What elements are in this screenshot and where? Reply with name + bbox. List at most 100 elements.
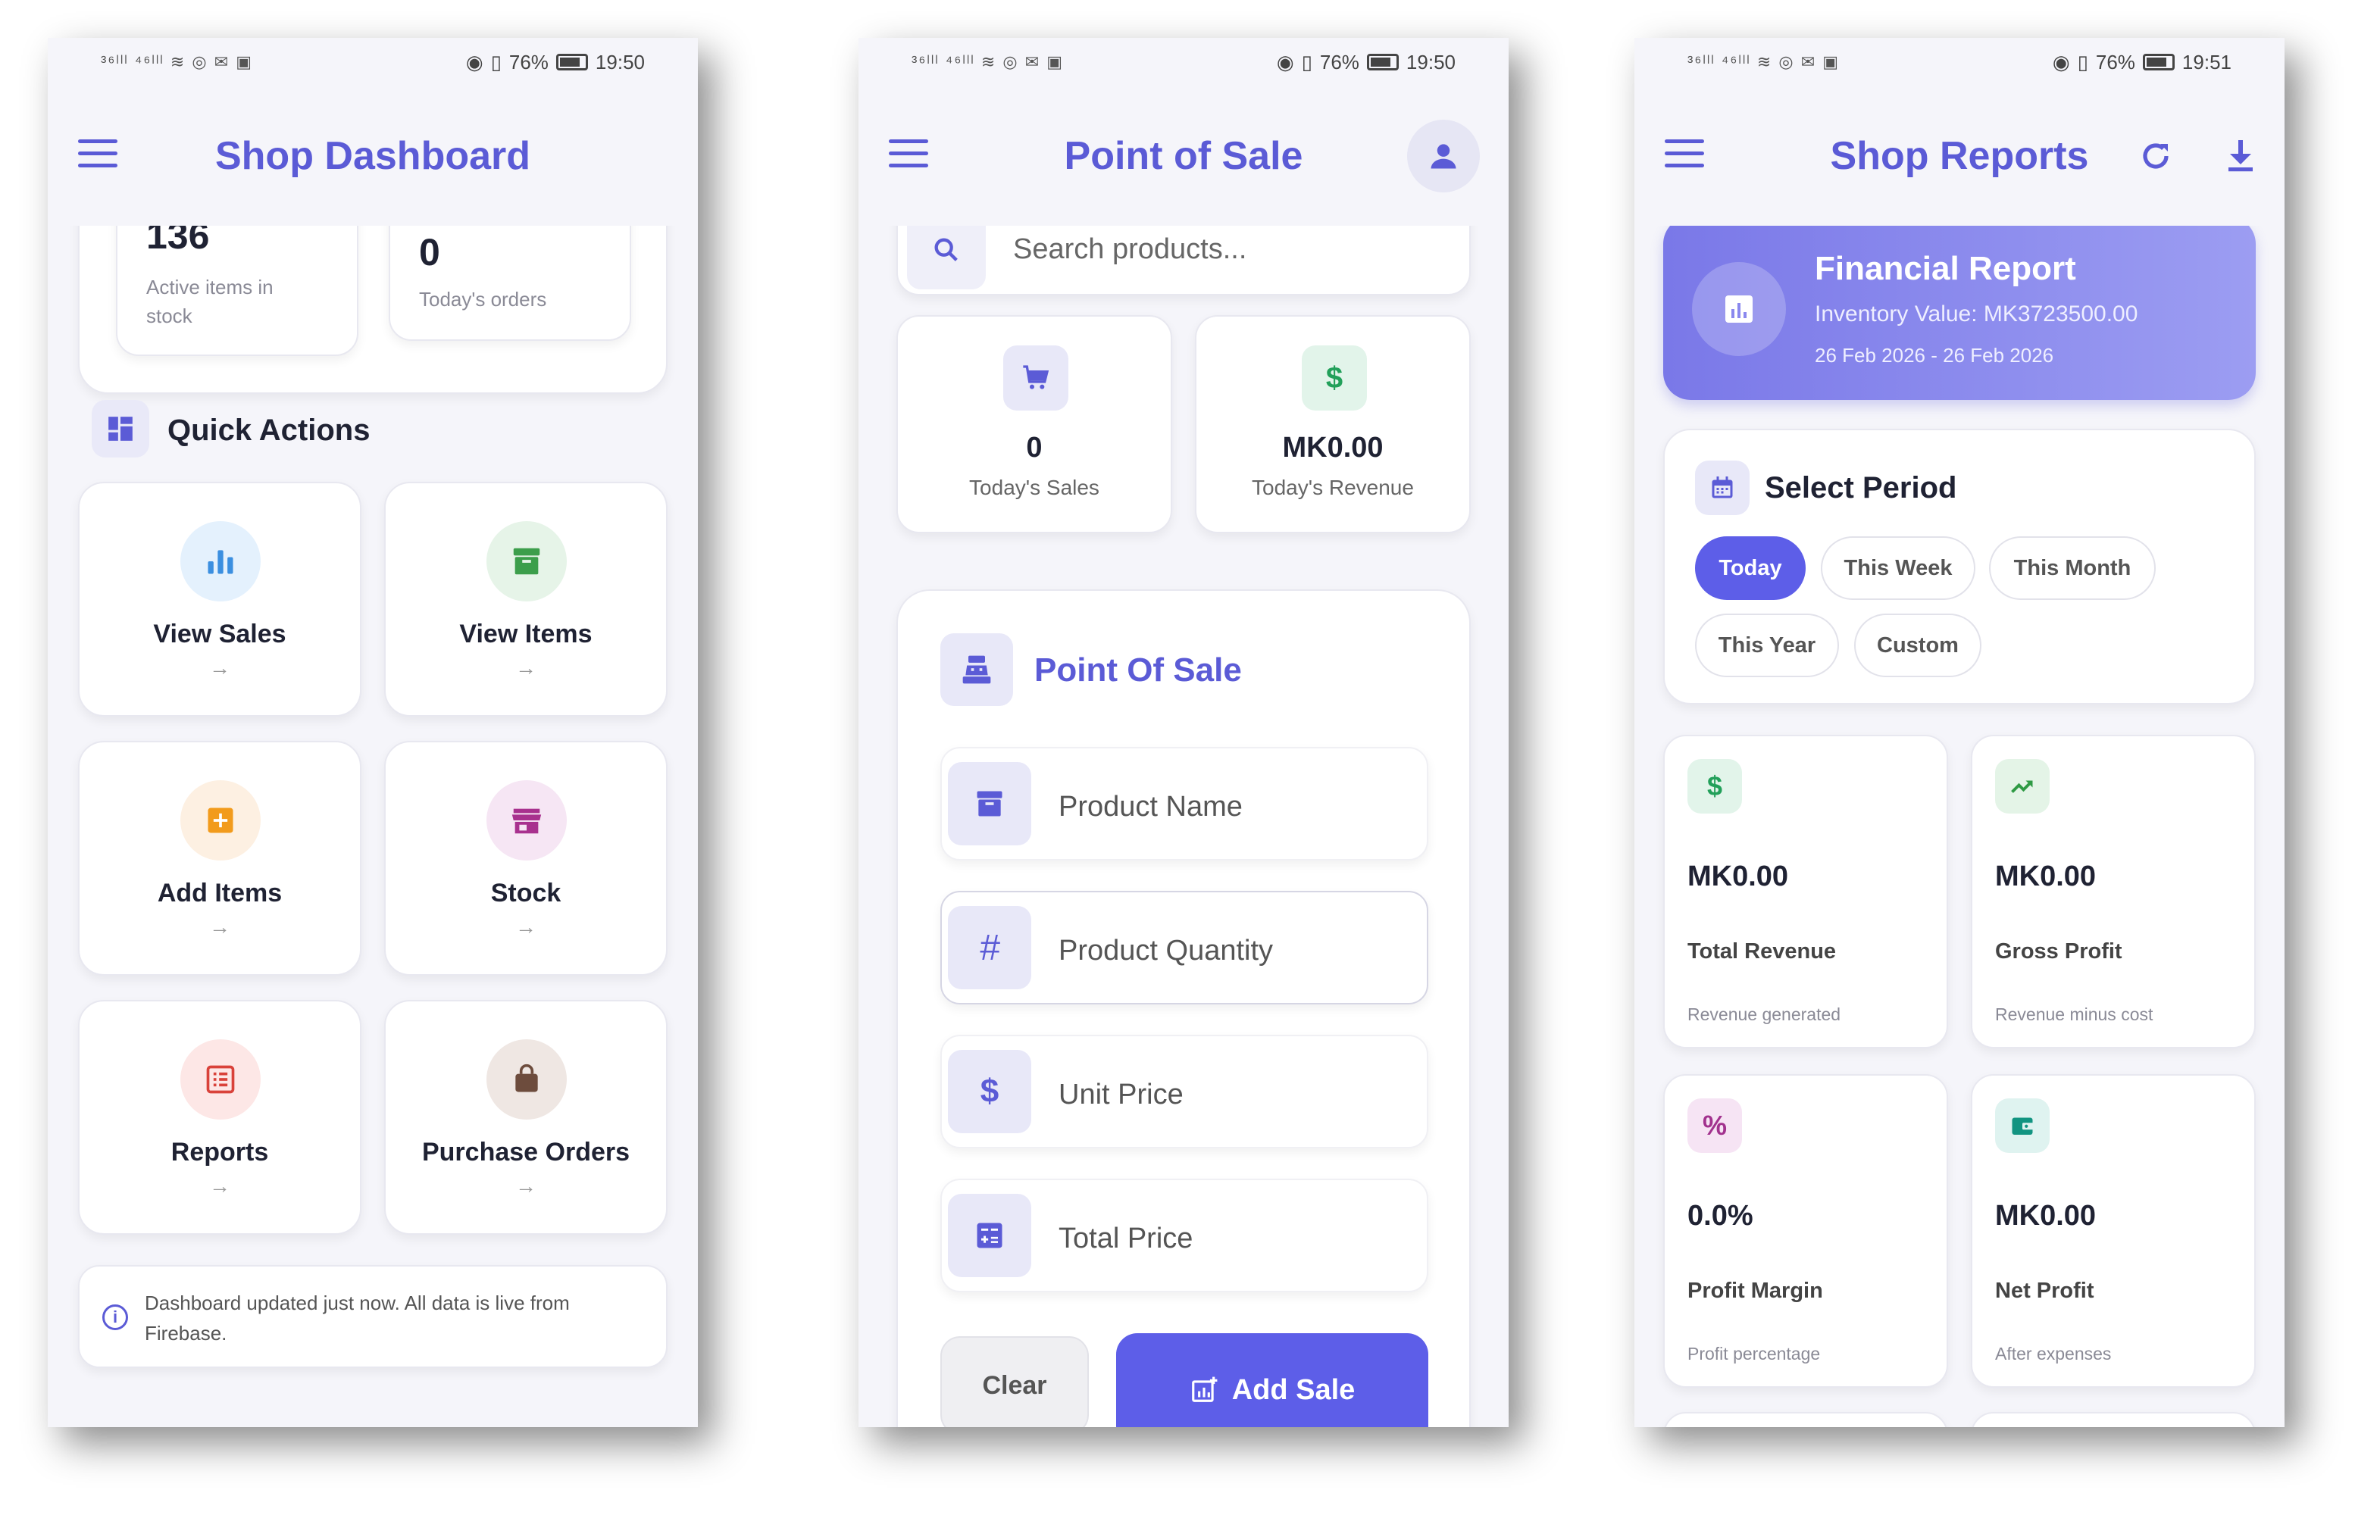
action-view-sales[interactable]: View Sales → bbox=[78, 482, 361, 717]
stat-card-todays-sales: 0 Today's Sales bbox=[896, 315, 1172, 533]
period-this-month[interactable]: This Month bbox=[1989, 536, 2156, 600]
field-placeholder: Unit Price bbox=[1059, 1079, 1184, 1110]
percent-icon: % bbox=[1687, 1098, 1742, 1153]
stat-value: 0 bbox=[1026, 432, 1043, 464]
action-label: View Items bbox=[459, 620, 593, 648]
clock: 19:51 bbox=[2181, 50, 2231, 73]
stat-label: Today's Sales bbox=[969, 476, 1099, 499]
wallet-icon bbox=[1995, 1098, 2050, 1153]
action-purchase-orders[interactable]: Purchase Orders → bbox=[384, 1000, 668, 1235]
metric-label: Gross Profit bbox=[1995, 939, 2122, 964]
clear-button[interactable]: Clear bbox=[940, 1336, 1089, 1427]
stat-label: Today's orders bbox=[419, 288, 547, 311]
metric-total-revenue: $ MK0.00 Total Revenue Revenue generated bbox=[1663, 735, 1948, 1048]
arrow-right-icon: → bbox=[209, 656, 230, 679]
clock: 19:50 bbox=[1406, 50, 1456, 73]
chip-label: This Year bbox=[1718, 633, 1816, 658]
eye-icon: ◉ bbox=[2052, 50, 2070, 73]
metric-value: MK0.00 bbox=[1995, 1200, 2097, 1232]
battery-icon bbox=[555, 54, 588, 70]
battery-level: 76% bbox=[1319, 50, 1359, 73]
add-chart-icon bbox=[1191, 1376, 1218, 1402]
hash-icon: # bbox=[948, 906, 1031, 989]
metric-label: Net Profit bbox=[1995, 1279, 2094, 1303]
cart-icon bbox=[1003, 345, 1068, 411]
refresh-icon[interactable] bbox=[2138, 138, 2174, 174]
arrow-right-icon: → bbox=[209, 1174, 230, 1198]
action-reports[interactable]: Reports → bbox=[78, 1000, 361, 1235]
banner-title: Financial Report bbox=[1815, 250, 2076, 287]
period-today[interactable]: Today bbox=[1695, 536, 1806, 600]
metric-profit-margin: % 0.0% Profit Margin Profit percentage bbox=[1663, 1074, 1948, 1388]
metric-label: Total Revenue bbox=[1687, 939, 1837, 964]
status-icons: ³⁶ˡˡˡ ⁴⁶ˡˡˡ ≋ ◎ ✉ ▣ bbox=[101, 52, 254, 71]
chip-label: This Month bbox=[2013, 555, 2131, 580]
metric-gross-profit: MK0.00 Gross Profit Revenue minus cost bbox=[1971, 735, 2256, 1048]
dollar-icon: $ bbox=[1302, 345, 1367, 411]
calculator-icon bbox=[948, 1194, 1031, 1277]
metric-card-partial bbox=[1971, 1412, 2256, 1427]
chip-label: Today bbox=[1719, 555, 1782, 580]
battery-icon bbox=[1366, 54, 1399, 70]
vibrate-icon: ▯ bbox=[1301, 50, 1312, 73]
dashboard-grid-icon bbox=[92, 400, 149, 458]
add-sale-button[interactable]: Add Sale bbox=[1116, 1333, 1428, 1427]
add-sale-label: Add Sale bbox=[1231, 1373, 1356, 1406]
status-icons: ³⁶ˡˡˡ ⁴⁶ˡˡˡ ≋ ◎ ✉ ▣ bbox=[1687, 52, 1841, 71]
stat-card-todays-revenue: $ MK0.00 Today's Revenue bbox=[1195, 315, 1471, 533]
action-view-items[interactable]: View Items → bbox=[384, 482, 668, 717]
arrow-right-icon: → bbox=[515, 1174, 536, 1198]
action-label: Stock bbox=[490, 879, 561, 907]
add-box-icon bbox=[180, 780, 261, 861]
status-icons: ³⁶ˡˡˡ ⁴⁶ˡˡˡ ≋ ◎ ✉ ▣ bbox=[912, 52, 1065, 71]
product-name-field[interactable]: Product Name bbox=[940, 747, 1428, 861]
clear-button-label: Clear bbox=[982, 1370, 1047, 1400]
download-icon[interactable] bbox=[2222, 136, 2259, 174]
archive-icon bbox=[948, 762, 1031, 845]
info-banner: i Dashboard updated just now. All data i… bbox=[78, 1265, 668, 1368]
phone-shop-dashboard: ³⁶ˡˡˡ ⁴⁶ˡˡˡ ≋ ◎ ✉ ▣ ◉ ▯ 76% 19:50 Shop D… bbox=[48, 38, 698, 1427]
action-label: Purchase Orders bbox=[421, 1138, 630, 1167]
app-bar: Shop Reports bbox=[1634, 86, 2285, 226]
store-icon bbox=[486, 780, 567, 861]
list-report-icon bbox=[180, 1039, 261, 1120]
shopping-bag-icon bbox=[486, 1039, 567, 1120]
period-this-week[interactable]: This Week bbox=[1821, 536, 1975, 600]
bar-chart-icon bbox=[180, 521, 261, 601]
metric-card-partial bbox=[1663, 1412, 1948, 1427]
info-text: Dashboard updated just now. All data is … bbox=[145, 1292, 570, 1345]
field-placeholder: Product Quantity bbox=[1059, 935, 1274, 967]
status-bar: ³⁶ˡˡˡ ⁴⁶ˡˡˡ ≋ ◎ ✉ ▣ ◉ ▯ 76% 19:50 bbox=[858, 38, 1509, 86]
metric-value: MK0.00 bbox=[1687, 861, 1789, 892]
metric-sub: Profit percentage bbox=[1687, 1344, 1821, 1364]
period-custom[interactable]: Custom bbox=[1854, 614, 1981, 677]
profile-icon[interactable] bbox=[1407, 120, 1480, 192]
app-bar: Shop Dashboard bbox=[48, 86, 698, 226]
metric-sub: After expenses bbox=[1995, 1344, 2112, 1364]
clock: 19:50 bbox=[595, 50, 645, 73]
stat-value: MK0.00 bbox=[1282, 432, 1384, 464]
stat-label: Today's Revenue bbox=[1252, 476, 1414, 499]
period-title: Select Period bbox=[1765, 471, 1957, 504]
field-placeholder: Product Name bbox=[1059, 791, 1243, 823]
action-stock[interactable]: Stock → bbox=[384, 741, 668, 976]
phone-point-of-sale: ³⁶ˡˡˡ ⁴⁶ˡˡˡ ≋ ◎ ✉ ▣ ◉ ▯ 76% 19:50 Point … bbox=[858, 38, 1509, 1427]
field-placeholder: Total Price bbox=[1059, 1223, 1193, 1254]
report-chart-icon bbox=[1692, 262, 1786, 356]
action-label: Reports bbox=[170, 1138, 269, 1167]
battery-icon bbox=[2142, 54, 2175, 70]
trending-up-icon bbox=[1995, 759, 2050, 814]
info-icon: i bbox=[102, 1304, 128, 1330]
battery-level: 76% bbox=[508, 50, 549, 73]
status-bar: ³⁶ˡˡˡ ⁴⁶ˡˡˡ ≋ ◎ ✉ ▣ ◉ ▯ 76% 19:50 bbox=[48, 38, 698, 86]
metric-value: MK0.00 bbox=[1995, 861, 2097, 892]
action-add-items[interactable]: Add Items → bbox=[78, 741, 361, 976]
product-quantity-field[interactable]: # Product Quantity bbox=[940, 891, 1428, 1004]
stat-value: 0 bbox=[419, 231, 440, 273]
arrow-right-icon: → bbox=[515, 915, 536, 939]
unit-price-field[interactable]: $ Unit Price bbox=[940, 1035, 1428, 1148]
archive-icon bbox=[486, 521, 567, 601]
period-this-year[interactable]: This Year bbox=[1695, 614, 1839, 677]
total-price-field[interactable]: Total Price bbox=[940, 1179, 1428, 1292]
cash-register-icon bbox=[940, 633, 1013, 706]
